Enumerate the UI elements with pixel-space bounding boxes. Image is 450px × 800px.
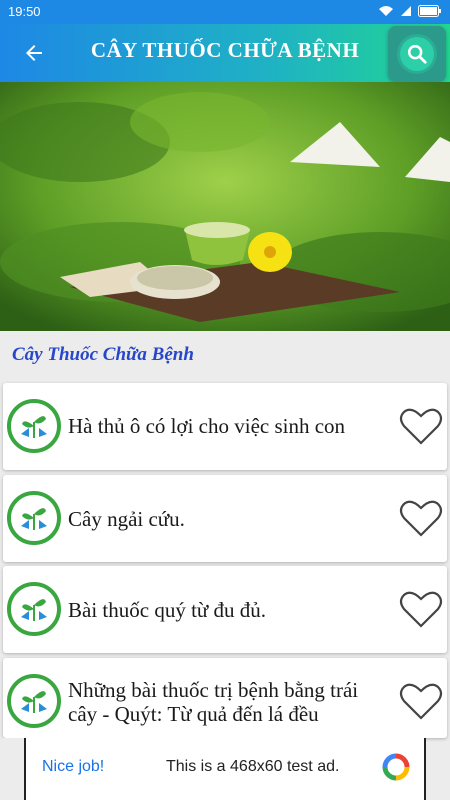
plant-logo-icon (7, 399, 61, 453)
status-icons (378, 5, 442, 17)
item-title: Hà thủ ô có lợi cho việc sinh con (68, 414, 346, 438)
item-title: Bài thuốc quý từ đu đủ. (68, 598, 267, 622)
heart-outline-icon[interactable] (399, 589, 443, 629)
tea-scene-image (0, 82, 450, 331)
status-bar: 19:50 (0, 0, 450, 24)
bottom-strip (0, 738, 24, 800)
ad-label: Nice job! (42, 758, 105, 775)
list-item[interactable]: Bài thuốc quý từ đu đủ. (3, 566, 447, 653)
list-item[interactable]: Những bài thuốc trị bệnh bằng trái cây -… (3, 658, 447, 738)
heart-outline-icon[interactable] (399, 406, 443, 446)
page-title: CÂY THUỐC CHỮA BỆNH (90, 38, 360, 62)
plant-logo-icon (7, 582, 61, 636)
status-time: 19:50 (8, 4, 41, 19)
plant-logo-icon (7, 674, 61, 728)
search-icon (407, 44, 427, 64)
ad-banner[interactable]: Nice job! This is a 468x60 test ad. (24, 738, 426, 800)
search-button[interactable] (388, 26, 446, 82)
item-title: Những bài thuốc trị bệnh bằng trái cây -… (68, 678, 359, 726)
heart-outline-icon[interactable] (399, 681, 443, 721)
toolbar: CÂY THUỐC CHỮA BỆNH (0, 24, 450, 82)
search-icon-circle (400, 37, 434, 71)
battery-icon (418, 5, 441, 17)
list-item[interactable]: Hà thủ ô có lợi cho việc sinh con (3, 383, 447, 470)
ad-logo-icon (382, 753, 410, 781)
banner-image (0, 82, 450, 331)
section-title: Cây Thuốc Chữa Bệnh (12, 344, 194, 365)
signal-icon (401, 6, 411, 16)
item-title: Cây ngải cứu. (68, 507, 185, 531)
ad-text: This is a 468x60 test ad. (166, 758, 340, 775)
heart-outline-icon[interactable] (399, 498, 443, 538)
plant-logo-icon (7, 491, 61, 545)
wifi-icon (379, 6, 393, 16)
list-item[interactable]: Cây ngải cứu. (3, 475, 447, 562)
